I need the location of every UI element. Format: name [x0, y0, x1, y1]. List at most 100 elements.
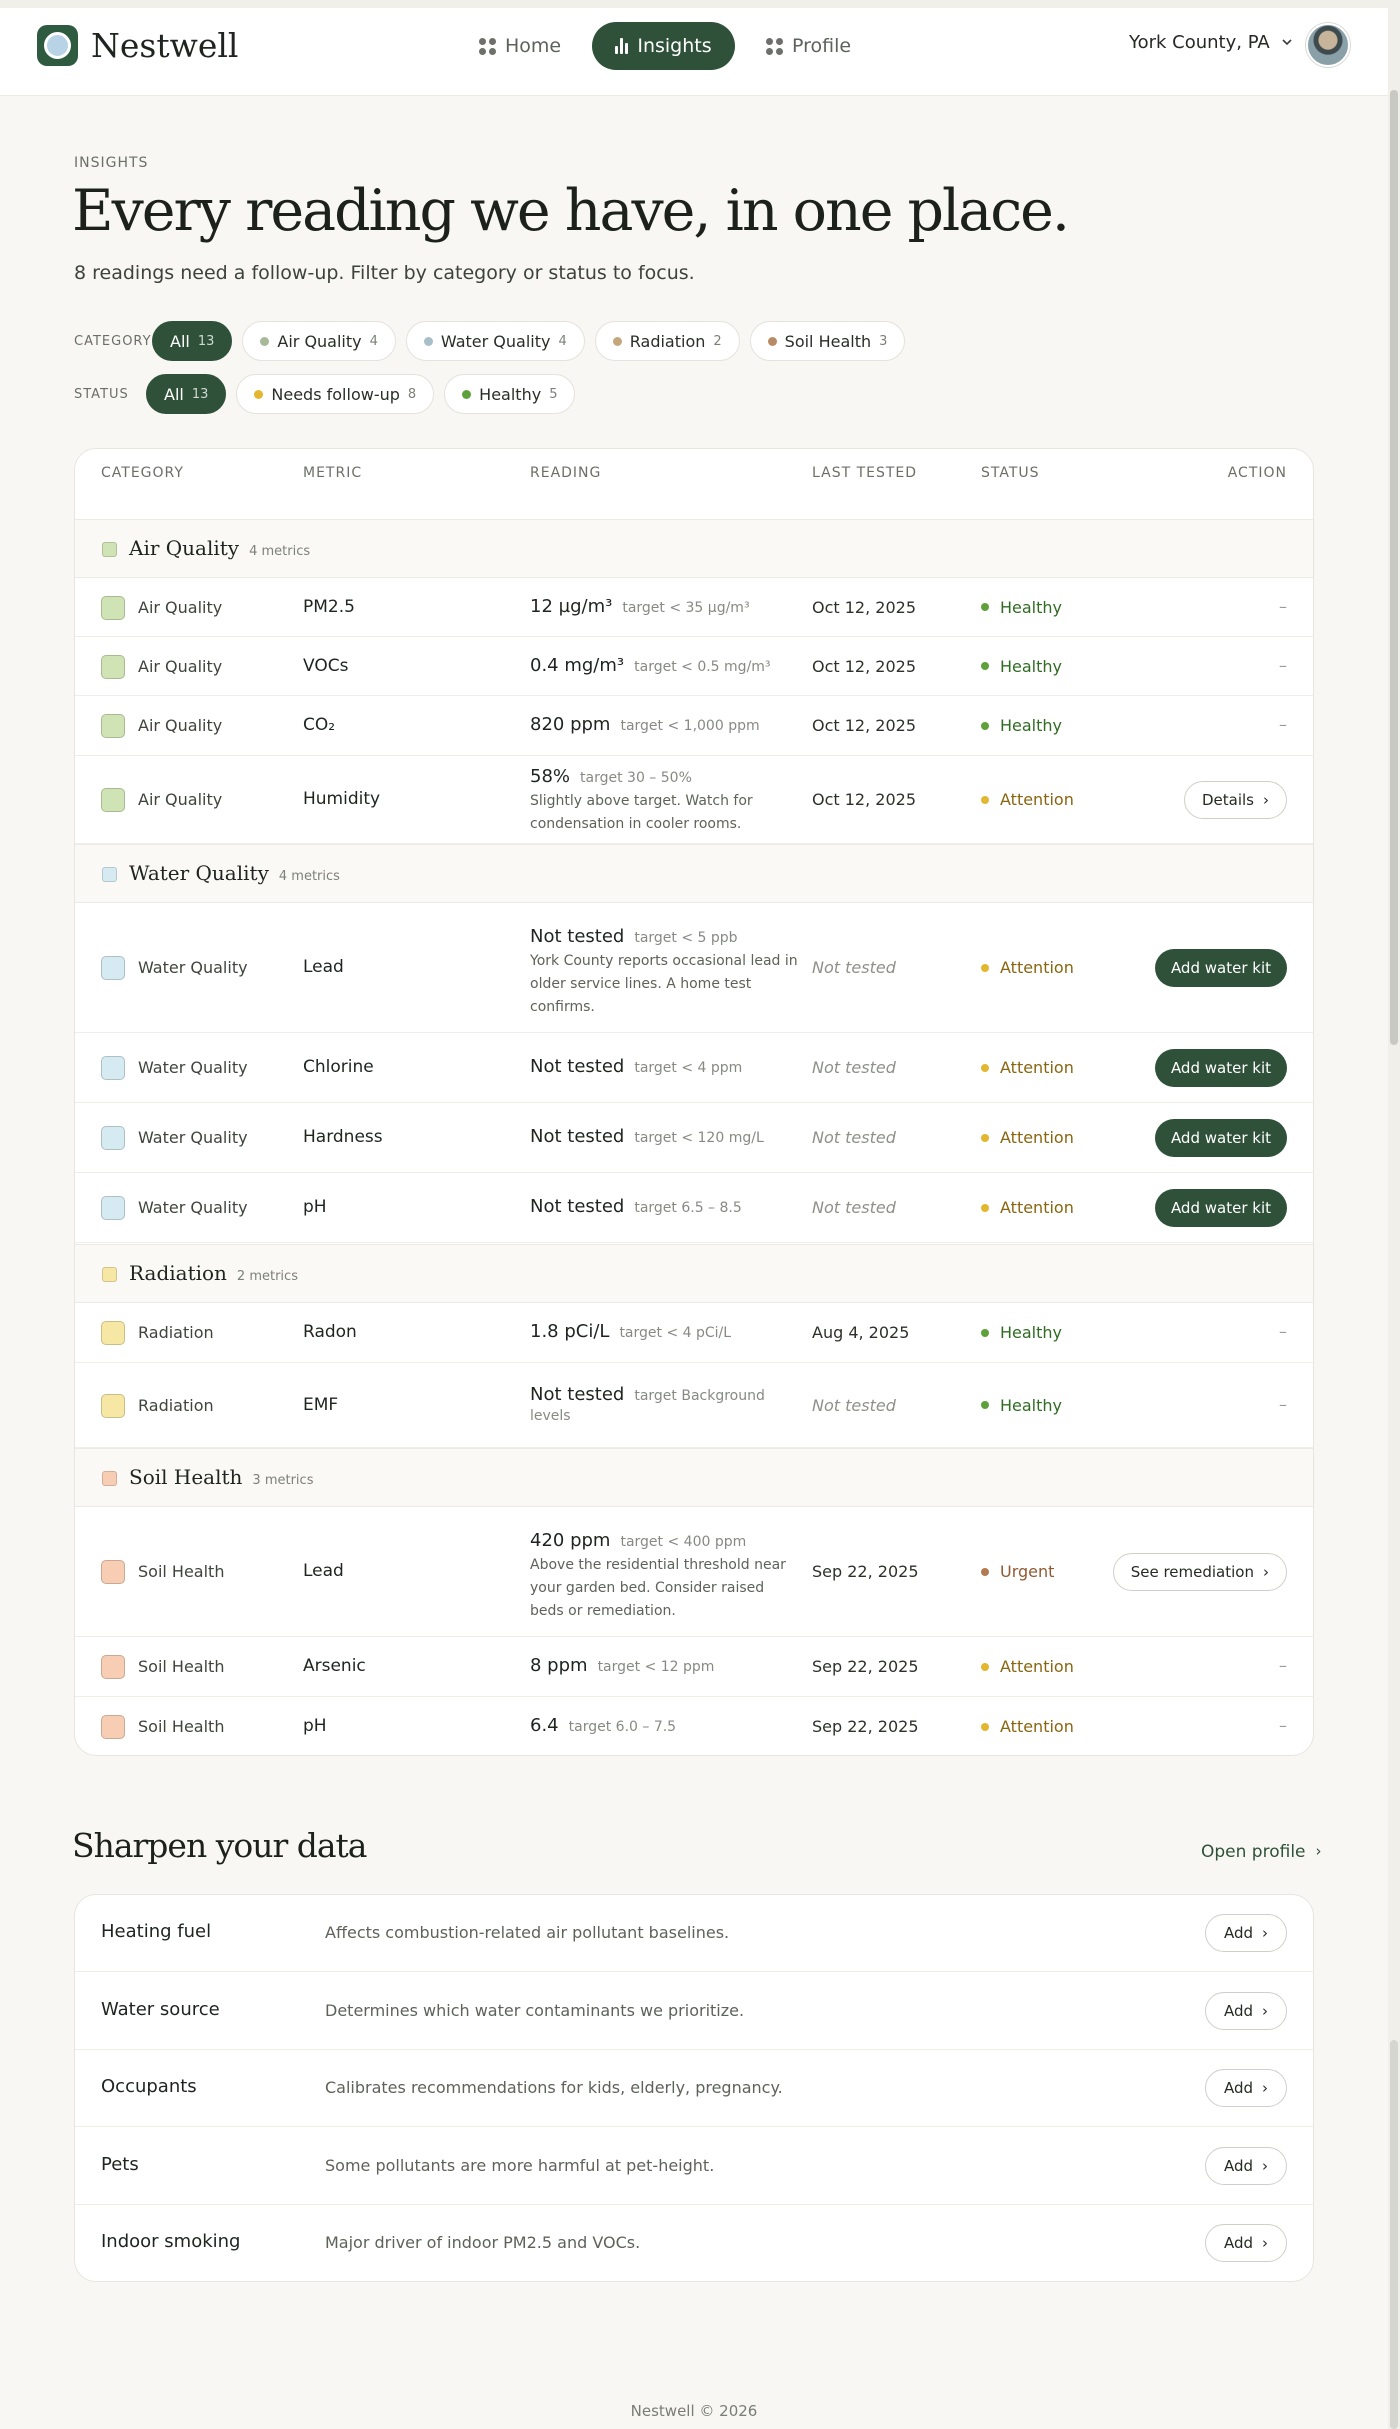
group-count: 4 metrics [249, 543, 311, 559]
status-badge: Healthy [981, 598, 1062, 617]
row-category: Radiation [138, 1395, 214, 1415]
table-row[interactable]: Soil Health Lead 420 ppm target < 400 ppm Ab… [75, 1507, 1313, 1637]
group-title: Water Quality [129, 860, 269, 885]
add-button[interactable]: Add › [1205, 1991, 1287, 2030]
row-category: Water Quality [138, 1058, 248, 1077]
category-chip-air-quality[interactable]: Air Quality 4 [242, 321, 396, 361]
add-button[interactable]: Add › [1205, 2146, 1287, 2185]
group-header-air: Air Quality 4 metrics [75, 519, 1313, 578]
nav-home[interactable]: Home [479, 22, 564, 70]
category-chip-radiation[interactable]: Radiation 2 [594, 321, 740, 361]
status-badge: Healthy [981, 657, 1062, 676]
row-category: Air Quality [138, 790, 223, 809]
header-status: STATUS [981, 465, 1040, 481]
sharpen-title: Sharpen your data [72, 1826, 367, 1865]
table-row[interactable]: Radiation EMF Not tested target Background … [75, 1363, 1313, 1448]
row-reading: 1.8 pCi/L target < 4 pCi/L [530, 1321, 798, 1342]
table-row[interactable]: Air Quality VOCs 0.4 mg/m³ target < 0.5 mg/… [75, 637, 1313, 696]
category-chip-all[interactable]: All 13 [152, 321, 233, 361]
reading-target: target 6.0 – 7.5 [568, 1719, 677, 1735]
table-row[interactable]: Water Quality pH Not tested target 6.5 – 8.… [75, 1173, 1313, 1243]
row-last-tested: Oct 12, 2025 [812, 790, 916, 809]
row-reading: 12 µg/m³ target < 35 µg/m³ [530, 596, 798, 617]
add-water-kit-button[interactable]: Add water kit [1154, 1189, 1287, 1227]
attention-dot-icon [254, 389, 264, 399]
row-reading: 0.4 mg/m³ target < 0.5 mg/m³ [530, 655, 798, 676]
row-reading: 420 ppm target < 400 ppm Above the residen… [530, 1530, 798, 1623]
status-label: Attention [1000, 958, 1074, 977]
details-button[interactable]: Details › [1183, 781, 1287, 819]
nav-profile[interactable]: Profile [766, 22, 866, 70]
page-eyebrow: INSIGHTS [74, 155, 149, 171]
group-name: Air Quality 4 metrics [129, 536, 310, 560]
no-action: – [1279, 596, 1287, 616]
table-row[interactable]: Air Quality PM2.5 12 µg/m³ target < 35 µg/m… [75, 578, 1313, 637]
row-category: Radiation [138, 1323, 214, 1342]
location-label: York County, PA [1129, 32, 1270, 53]
table-row[interactable]: Air Quality Humidity 58% target 30 – 50% Sli… [75, 756, 1313, 844]
row-category: Soil Health [138, 1717, 225, 1736]
status-dot-icon [981, 1401, 989, 1409]
status-label: Healthy [1000, 1395, 1063, 1415]
see-remediation-button[interactable]: See remediation › [1112, 1553, 1287, 1591]
add-water-kit-button[interactable]: Add water kit [1154, 949, 1287, 987]
chip-label: Air Quality [277, 331, 362, 351]
category-filter-label: CATEGORY [74, 333, 152, 349]
reading-target: target < 5 ppb [634, 930, 738, 946]
grid-icon [479, 37, 496, 55]
category-chip-water-quality[interactable]: Water Quality 4 [405, 321, 585, 361]
button-label: Add [1223, 2234, 1254, 2252]
status-chip-needs-follow-up[interactable]: Needs follow-up 8 [236, 374, 435, 414]
group-swatch [102, 866, 117, 882]
table-row[interactable]: Water Quality Chlorine Not tested target < … [75, 1033, 1313, 1103]
table-row[interactable]: Air Quality CO₂ 820 ppm target < 1,000 ppm O… [75, 696, 1313, 756]
profile-field-label: Heating fuel [101, 1921, 212, 1942]
location-selector[interactable]: York County, PA [1129, 32, 1292, 53]
status-chip-healthy[interactable]: Healthy 5 [444, 374, 576, 414]
reading-value: 8 ppm [530, 1655, 588, 1676]
brand-name[interactable]: Nestwell [91, 28, 239, 64]
scrollbar-thumb[interactable] [1390, 90, 1398, 1045]
table-row[interactable]: Soil Health Arsenic 8 ppm target < 12 ppm Se… [75, 1637, 1313, 1697]
scrollbar[interactable] [1388, 0, 1400, 2429]
button-label: See remediation [1130, 1563, 1254, 1581]
chevron-down-icon [1282, 39, 1292, 46]
reading-note: York County reports occasional lead in o… [530, 953, 798, 1015]
row-metric: Chlorine [303, 1057, 374, 1077]
logo-icon[interactable] [37, 25, 78, 66]
category-swatch [101, 1321, 125, 1345]
chip-count: 4 [369, 333, 378, 349]
chevron-right-icon: › [1262, 2001, 1269, 2020]
status-badge: Healthy [981, 1323, 1062, 1342]
avatar[interactable] [1306, 23, 1350, 67]
table-row[interactable]: Water Quality Lead Not tested target < 5 pp… [75, 903, 1313, 1033]
soil-dot-icon [767, 336, 777, 346]
add-water-kit-button[interactable]: Add water kit [1154, 1119, 1287, 1157]
add-button[interactable]: Add › [1205, 1914, 1287, 1952]
add-button[interactable]: Add › [1205, 2069, 1287, 2107]
table-row[interactable]: Radiation Radon 1.8 pCi/L target < 4 pCi/L A… [75, 1303, 1313, 1363]
status-badge: Attention [981, 1717, 1074, 1736]
status-chip-all[interactable]: All 13 [146, 374, 227, 414]
status-badge: Attention [981, 1198, 1074, 1217]
button-label: Details [1201, 791, 1254, 809]
status-dot-icon [981, 1662, 989, 1671]
add-water-kit-button[interactable]: Add water kit [1154, 1049, 1287, 1087]
profile-field-row: Water source Determines which water conta… [75, 1973, 1313, 2050]
reading-target: target < 12 ppm [597, 1659, 715, 1675]
footer-text: Nestwell © 2026 [630, 2402, 758, 2420]
profile-field-label: Water source [101, 1998, 220, 2020]
table-row[interactable]: Water Quality Hardness Not tested target < … [75, 1103, 1313, 1173]
chip-count: 8 [407, 386, 417, 402]
chip-count: 4 [558, 333, 567, 349]
table-row[interactable]: Soil Health pH 6.4 target 6.0 – 7.5 Sep 22, … [75, 1697, 1313, 1755]
group-title: Soil Health [129, 1464, 243, 1489]
profile-field-row: Indoor smoking Major driver of indoor PM2… [75, 2205, 1313, 2281]
nav-insights[interactable]: Insights [592, 22, 735, 70]
row-metric: Lead [303, 1561, 344, 1581]
open-profile-link[interactable]: Open profile › [1201, 1842, 1322, 1862]
reading-value: 420 ppm [530, 1530, 611, 1551]
group-title: Radiation [129, 1260, 227, 1285]
category-chip-soil-health[interactable]: Soil Health 3 [749, 321, 906, 361]
add-button[interactable]: Add › [1205, 2224, 1287, 2262]
